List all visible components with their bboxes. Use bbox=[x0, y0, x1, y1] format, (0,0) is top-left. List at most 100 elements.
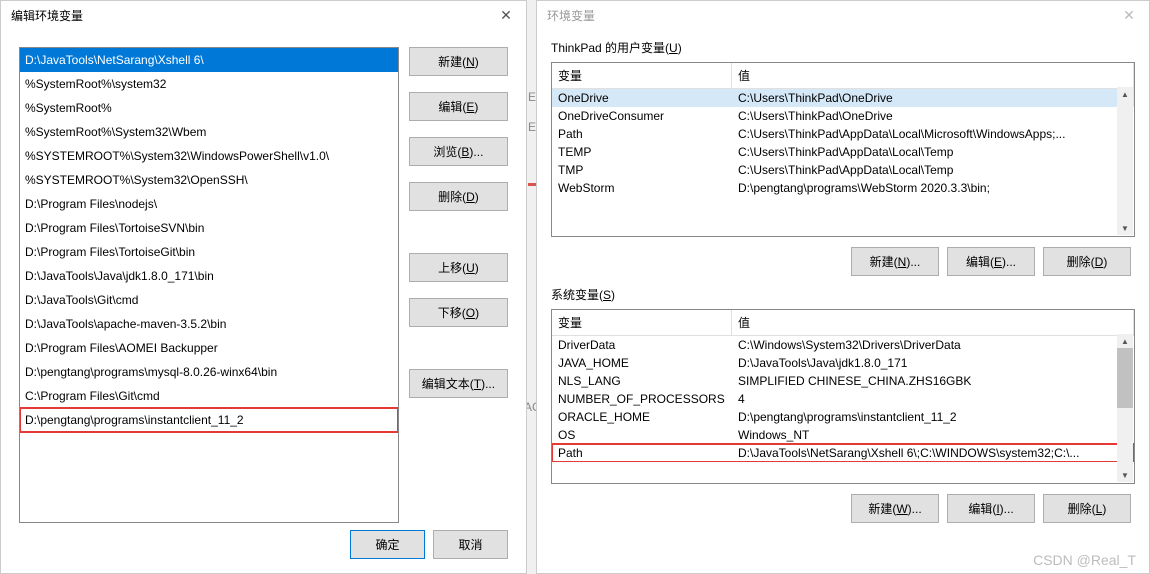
dialog-title: 编辑环境变量 bbox=[11, 7, 83, 24]
cell-val: C:\Users\ThinkPad\OneDrive bbox=[732, 107, 1134, 125]
list-item[interactable]: D:\Program Files\nodejs\ bbox=[20, 192, 398, 216]
list-item[interactable]: D:\JavaTools\Git\cmd bbox=[20, 288, 398, 312]
table-row[interactable]: TEMPC:\Users\ThinkPad\AppData\Local\Temp bbox=[552, 143, 1134, 161]
table-row[interactable]: TMPC:\Users\ThinkPad\AppData\Local\Temp bbox=[552, 161, 1134, 179]
button-column: 新建(N) 编辑(E) 浏览(B)... 删除(D) 上移(U) 下移(O) 编… bbox=[409, 47, 508, 523]
cell-var: OS bbox=[552, 426, 732, 444]
title-bar: 编辑环境变量 ✕ bbox=[1, 1, 526, 29]
new-button[interactable]: 新建(W)... bbox=[851, 494, 939, 523]
table-header: 变量 值 bbox=[552, 310, 1134, 336]
table-row[interactable]: NLS_LANGSIMPLIFIED CHINESE_CHINA.ZHS16GB… bbox=[552, 372, 1134, 390]
header-val[interactable]: 值 bbox=[732, 63, 1134, 88]
table-header: 变量 值 bbox=[552, 63, 1134, 89]
cell-var: NLS_LANG bbox=[552, 372, 732, 390]
cell-val: C:\Users\ThinkPad\AppData\Local\Temp bbox=[732, 161, 1134, 179]
list-item[interactable]: %SystemRoot%\system32 bbox=[20, 72, 398, 96]
user-vars-label: ThinkPad 的用户变量(U) bbox=[551, 39, 1135, 56]
scroll-up-icon[interactable]: ▲ bbox=[1117, 334, 1133, 348]
edit-button[interactable]: 编辑(E) bbox=[409, 92, 508, 121]
table-row[interactable]: PathD:\JavaTools\NetSarang\Xshell 6\;C:\… bbox=[552, 444, 1134, 462]
list-item[interactable]: D:\Program Files\AOMEI Backupper bbox=[20, 336, 398, 360]
delete-button[interactable]: 删除(D) bbox=[409, 182, 508, 211]
list-item[interactable]: D:\JavaTools\NetSarang\Xshell 6\ bbox=[20, 48, 398, 72]
table-row[interactable]: OneDriveConsumerC:\Users\ThinkPad\OneDri… bbox=[552, 107, 1134, 125]
cell-val: D:\pengtang\programs\WebStorm 2020.3.3\b… bbox=[732, 179, 1134, 197]
scroll-down-icon[interactable]: ▼ bbox=[1117, 468, 1133, 482]
delete-button[interactable]: 删除(L) bbox=[1043, 494, 1131, 523]
move-down-button[interactable]: 下移(O) bbox=[409, 298, 508, 327]
table-row[interactable]: DriverDataC:\Windows\System32\Drivers\Dr… bbox=[552, 336, 1134, 354]
cell-val: C:\Users\ThinkPad\AppData\Local\Microsof… bbox=[732, 125, 1134, 143]
header-var[interactable]: 变量 bbox=[552, 310, 732, 335]
list-item[interactable]: D:\Program Files\TortoiseSVN\bin bbox=[20, 216, 398, 240]
path-list[interactable]: D:\JavaTools\NetSarang\Xshell 6\%SystemR… bbox=[19, 47, 399, 523]
bg-text: E bbox=[528, 90, 536, 104]
cell-var: DriverData bbox=[552, 336, 732, 354]
close-icon[interactable]: ✕ bbox=[1119, 7, 1139, 24]
scroll-up-icon[interactable]: ▲ bbox=[1117, 87, 1133, 101]
cell-val: D:\pengtang\programs\instantclient_11_2 bbox=[732, 408, 1134, 426]
user-vars-buttons: 新建(N)... 编辑(E)... 删除(D) bbox=[551, 247, 1131, 276]
list-item[interactable]: %SYSTEMROOT%\System32\WindowsPowerShell\… bbox=[20, 144, 398, 168]
edit-env-var-dialog: 编辑环境变量 ✕ D:\JavaTools\NetSarang\Xshell 6… bbox=[0, 0, 527, 574]
table-row[interactable]: PathC:\Users\ThinkPad\AppData\Local\Micr… bbox=[552, 125, 1134, 143]
scroll-down-icon[interactable]: ▼ bbox=[1117, 221, 1133, 235]
table-row[interactable]: OneDriveC:\Users\ThinkPad\OneDrive bbox=[552, 89, 1134, 107]
delete-button[interactable]: 删除(D) bbox=[1043, 247, 1131, 276]
list-item[interactable]: D:\pengtang\programs\mysql-8.0.26-winx64… bbox=[20, 360, 398, 384]
list-item[interactable]: %SystemRoot% bbox=[20, 96, 398, 120]
list-item[interactable]: D:\pengtang\programs\instantclient_11_2 bbox=[20, 408, 398, 432]
move-up-button[interactable]: 上移(U) bbox=[409, 253, 508, 282]
cell-var: ORACLE_HOME bbox=[552, 408, 732, 426]
table-row[interactable]: JAVA_HOMED:\JavaTools\Java\jdk1.8.0_171 bbox=[552, 354, 1134, 372]
scrollbar-thumb[interactable] bbox=[1117, 348, 1133, 408]
edit-button[interactable]: 编辑(I)... bbox=[947, 494, 1035, 523]
bottom-buttons: 确定 取消 bbox=[350, 530, 508, 559]
cell-val: C:\Windows\System32\Drivers\DriverData bbox=[732, 336, 1134, 354]
user-vars-section: ThinkPad 的用户变量(U) 变量 值 OneDriveC:\Users\… bbox=[551, 39, 1135, 276]
table-row[interactable]: ORACLE_HOMED:\pengtang\programs\instantc… bbox=[552, 408, 1134, 426]
cancel-button[interactable]: 取消 bbox=[433, 530, 508, 559]
table-row[interactable]: OSWindows_NT bbox=[552, 426, 1134, 444]
ok-button[interactable]: 确定 bbox=[350, 530, 425, 559]
list-item[interactable]: %SYSTEMROOT%\System32\OpenSSH\ bbox=[20, 168, 398, 192]
env-vars-dialog: 环境变量 ✕ ThinkPad 的用户变量(U) 变量 值 OneDriveC:… bbox=[536, 0, 1150, 574]
cell-val: 4 bbox=[732, 390, 1134, 408]
list-item[interactable]: C:\Program Files\Git\cmd bbox=[20, 384, 398, 408]
cell-var: JAVA_HOME bbox=[552, 354, 732, 372]
list-item[interactable]: %SystemRoot%\System32\Wbem bbox=[20, 120, 398, 144]
new-button[interactable]: 新建(N)... bbox=[851, 247, 939, 276]
cell-var: NUMBER_OF_PROCESSORS bbox=[552, 390, 732, 408]
browse-button[interactable]: 浏览(B)... bbox=[409, 137, 508, 166]
system-vars-section: 系统变量(S) 变量 值 DriverDataC:\Windows\System… bbox=[551, 286, 1135, 523]
dialog-title: 环境变量 bbox=[547, 7, 595, 24]
system-vars-buttons: 新建(W)... 编辑(I)... 删除(L) bbox=[551, 494, 1131, 523]
cell-var: Path bbox=[552, 444, 732, 462]
scrollbar[interactable]: ▲ ▼ bbox=[1117, 87, 1133, 235]
list-item[interactable]: D:\JavaTools\apache-maven-3.5.2\bin bbox=[20, 312, 398, 336]
close-icon[interactable]: ✕ bbox=[496, 7, 516, 24]
list-item[interactable]: D:\JavaTools\Java\jdk1.8.0_171\bin bbox=[20, 264, 398, 288]
new-button[interactable]: 新建(N) bbox=[409, 47, 508, 76]
table-row[interactable]: NUMBER_OF_PROCESSORS4 bbox=[552, 390, 1134, 408]
system-vars-label: 系统变量(S) bbox=[551, 286, 1135, 303]
scrollbar[interactable]: ▲ ▼ bbox=[1117, 334, 1133, 482]
user-vars-table[interactable]: 变量 值 OneDriveC:\Users\ThinkPad\OneDriveO… bbox=[551, 62, 1135, 237]
cell-var: TMP bbox=[552, 161, 732, 179]
cell-var: OneDriveConsumer bbox=[552, 107, 732, 125]
title-bar: 环境变量 ✕ bbox=[537, 1, 1149, 29]
edit-text-button[interactable]: 编辑文本(T)... bbox=[409, 369, 508, 398]
cell-var: TEMP bbox=[552, 143, 732, 161]
system-vars-table[interactable]: 变量 值 DriverDataC:\Windows\System32\Drive… bbox=[551, 309, 1135, 484]
cell-val: D:\JavaTools\Java\jdk1.8.0_171 bbox=[732, 354, 1134, 372]
edit-button[interactable]: 编辑(E)... bbox=[947, 247, 1035, 276]
header-var[interactable]: 变量 bbox=[552, 63, 732, 88]
cell-val: C:\Users\ThinkPad\AppData\Local\Temp bbox=[732, 143, 1134, 161]
cell-var: Path bbox=[552, 125, 732, 143]
header-val[interactable]: 值 bbox=[732, 310, 1134, 335]
cell-var: WebStorm bbox=[552, 179, 732, 197]
list-item[interactable]: D:\Program Files\TortoiseGit\bin bbox=[20, 240, 398, 264]
cell-val: SIMPLIFIED CHINESE_CHINA.ZHS16GBK bbox=[732, 372, 1134, 390]
table-row[interactable]: WebStormD:\pengtang\programs\WebStorm 20… bbox=[552, 179, 1134, 197]
cell-val: D:\JavaTools\NetSarang\Xshell 6\;C:\WIND… bbox=[732, 444, 1134, 462]
